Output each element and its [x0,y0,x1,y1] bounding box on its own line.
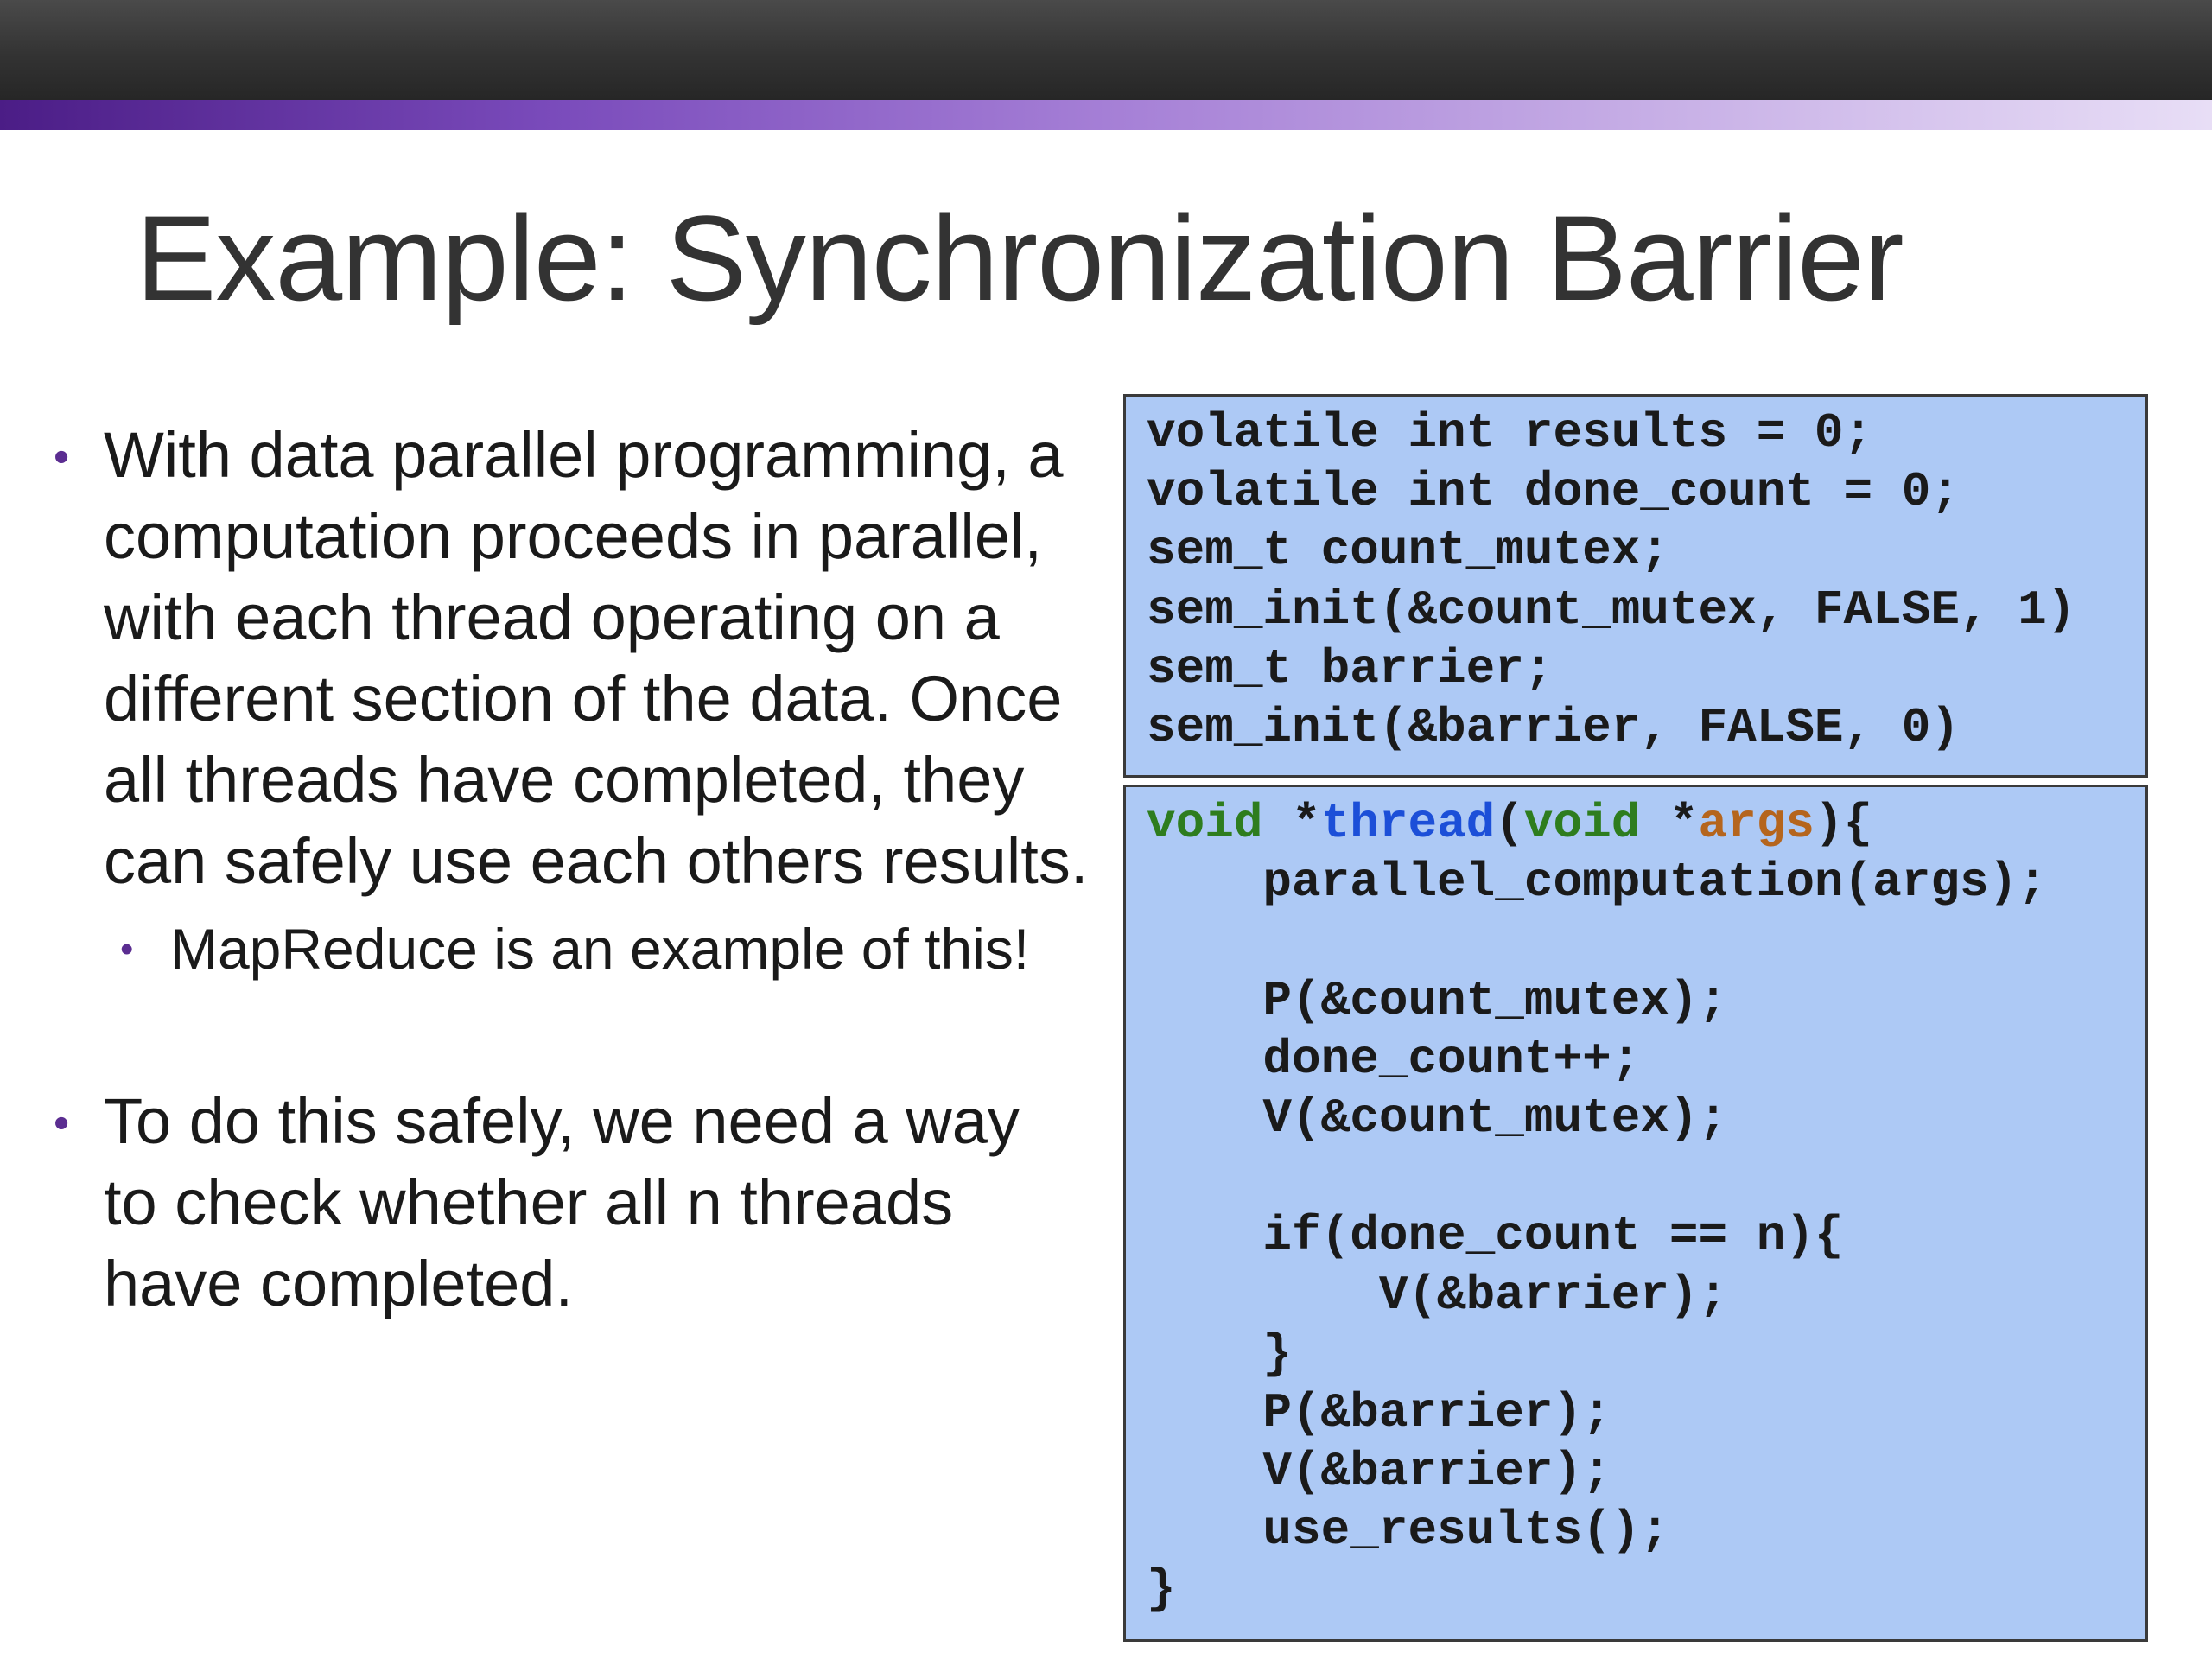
code-box-thread-function: void *thread(void *args){ parallel_compu… [1123,785,2148,1642]
code-line: } [1147,1325,1293,1382]
bullet-item-2: • To do this safely, we need a way to ch… [54,1081,1090,1325]
code-line: P(&barrier); [1147,1384,1611,1440]
bullet-text: MapReduce is an example of this! [170,917,1030,981]
bullet-marker: • [54,432,70,482]
bullet-list: • With data parallel programming, a comp… [54,415,1090,1325]
parameter-name: args [1698,796,1815,851]
code-line-signature: void *thread(void *args){ [1147,794,2145,853]
slide-accent-stripe [0,100,2212,130]
code-line: P(&count_mutex); [1147,972,1728,1028]
slide-title: Example: Synchronization Barrier [136,190,1904,326]
sub-bullet-item-1: • MapReduce is an example of this! [120,912,1090,986]
code-line: if(done_count == n){ [1147,1208,1844,1264]
code-line: V(&count_mutex); [1147,1090,1728,1146]
bullet-marker: • [54,1098,70,1148]
code-box-declarations: volatile int results = 0; volatile int d… [1123,394,2148,778]
code-line: parallel_computation(args); [1147,855,2047,911]
function-name: thread [1320,796,1496,851]
keyword-void: void [1147,796,1263,851]
code-line: volatile int results = 0; [1147,405,1873,461]
code-token: ){ [1814,796,1873,851]
bullet-text: With data parallel programming, a comput… [104,419,1089,897]
code-line: sem_t barrier; [1147,640,1554,696]
bullet-item-1: • With data parallel programming, a comp… [54,415,1090,902]
code-token: * [1262,796,1321,851]
code-token: ( [1495,796,1524,851]
code-line: V(&barrier); [1147,1444,1611,1500]
keyword-void: void [1523,796,1641,851]
code-line: volatile int done_count = 0; [1147,464,1960,520]
code-line: } [1147,1561,1176,1618]
code-token: * [1640,796,1699,851]
bullet-marker: • [120,928,134,970]
code-line: V(&barrier); [1147,1267,1728,1323]
code-line: sem_init(&count_mutex, FALSE, 1) [1147,582,2076,638]
code-line: sem_init(&barrier, FALSE, 0) [1147,699,1960,755]
code-line: sem_t count_mutex; [1147,523,1669,579]
slide-top-bar [0,0,2212,100]
bullet-text: To do this safely, we need a way to chec… [104,1085,1020,1319]
code-line: use_results(); [1147,1503,1669,1559]
code-line: done_count++; [1147,1031,1641,1087]
